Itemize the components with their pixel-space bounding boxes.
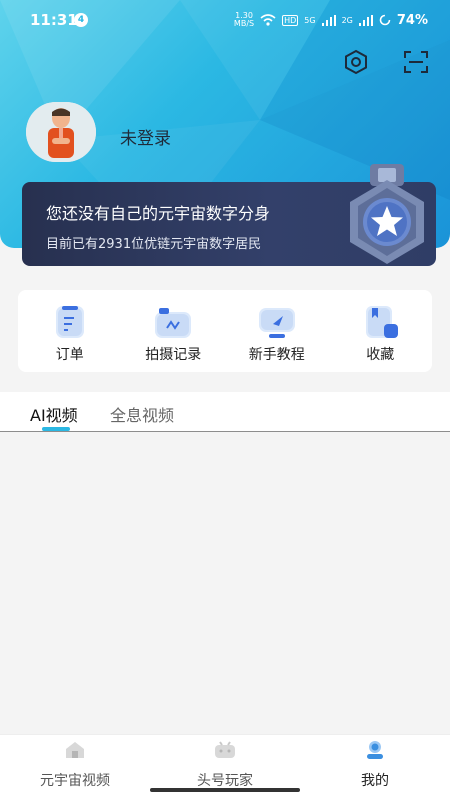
tab-ai-video[interactable]: AI视频 [30,402,78,426]
avatar-figure [26,102,96,162]
video-record-icon [155,308,192,338]
hexagon-settings-icon [345,49,367,75]
nav-mine[interactable]: 我的 [300,735,450,800]
tab-holographic-video[interactable]: 全息视频 [110,402,174,426]
tutorial-icon [258,308,295,338]
shortcut-label: 收藏 [366,347,395,363]
login-status[interactable]: 未登录 [120,124,171,149]
signal-icon [321,14,336,26]
battery-ring-icon [379,14,391,26]
settings-button[interactable] [342,48,370,76]
scan-icon [404,51,428,73]
shortcut-label: 订单 [55,347,84,363]
medal-icon [350,164,424,264]
video-tabs: AI视频 全息视频 [0,392,450,432]
status-right-group: 1.30 MB/S HD 5G 2G 74% [234,12,428,28]
wifi-icon [260,14,276,26]
home-indicator[interactable] [150,788,300,792]
promo-title: 您还没有自己的元宇宙数字分身 [46,204,271,223]
favorite-icon [366,306,399,338]
network-speed-unit: MB/S [233,19,255,28]
shortcut-label: 拍摄记录 [145,347,202,363]
promo-card[interactable]: 您还没有自己的元宇宙数字分身 目前已有2931位优链元宇宙数字居民 [22,164,436,266]
avatar[interactable] [26,102,96,162]
shortcut-favorites[interactable]: 收藏 [329,290,433,372]
nav-label: 元宇宙视频 [40,773,110,789]
nav-metaverse-video[interactable]: 元宇宙视频 [0,735,150,800]
shortcut-tutorial[interactable]: 新手教程 [225,290,329,372]
home-icon [66,742,84,758]
promo-subtitle: 目前已有2931位优链元宇宙数字居民 [46,237,262,252]
profile-icon [367,741,383,759]
nav-label: 我的 [361,773,389,789]
sim2-label: 2G [341,15,353,25]
status-time: 11:31 [30,11,78,29]
hd-badge: HD [282,14,299,26]
shortcut-orders[interactable]: 订单 [18,290,122,372]
shortcut-label: 新手教程 [248,347,305,363]
status-bar: 11:31 4 1.30 MB/S HD 5G 2G 74% [0,0,450,40]
network-speed: 1.30 MB/S [234,12,254,28]
active-tab-indicator [42,427,70,431]
signal-icon-2 [358,14,373,26]
notification-count-badge: 4 [74,13,88,27]
order-icon [55,306,84,338]
gamepad-icon [215,741,235,758]
video-list-area [0,432,450,734]
battery-level: 74% [396,12,428,28]
nav-label: 头号玩家 [197,773,253,789]
shortcut-panel: 订单 拍摄记录 新手教程 收藏 [18,290,432,372]
sim1-label: 5G [304,15,316,25]
scan-button[interactable] [402,48,430,76]
shortcut-video-records[interactable]: 拍摄记录 [122,290,226,372]
